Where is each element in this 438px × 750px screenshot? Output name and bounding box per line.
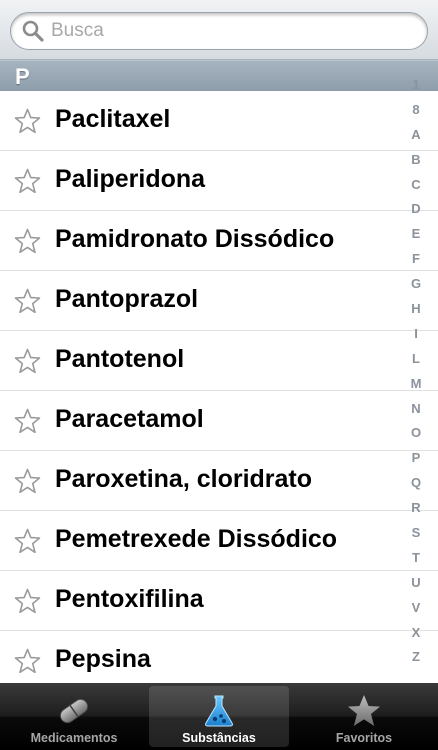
index-letter[interactable]: C xyxy=(411,173,420,198)
index-letter[interactable]: P xyxy=(412,446,421,471)
star-outline-icon[interactable] xyxy=(14,468,41,494)
section-header: P xyxy=(0,60,438,92)
flask-icon xyxy=(205,695,233,727)
index-letter[interactable]: E xyxy=(412,222,421,247)
pill-icon xyxy=(59,698,89,724)
list-item[interactable]: Paracetamol xyxy=(0,391,438,451)
list-item[interactable]: Pepsina xyxy=(0,631,438,683)
star-outline-icon[interactable] xyxy=(14,588,41,614)
tab-label: Favoritos xyxy=(335,731,393,745)
list-item[interactable]: Paroxetina, cloridrato xyxy=(0,451,438,511)
index-letter[interactable]: Q xyxy=(411,471,421,496)
index-letter[interactable]: B xyxy=(411,148,420,173)
star-outline-icon[interactable] xyxy=(14,528,41,554)
index-letter[interactable]: M xyxy=(411,372,422,397)
star-outline-icon[interactable] xyxy=(14,288,41,314)
index-letter[interactable]: F xyxy=(412,247,420,272)
star-outline-icon[interactable] xyxy=(14,228,41,254)
star-icon xyxy=(348,695,380,726)
index-letter[interactable]: U xyxy=(411,571,420,596)
search-field[interactable] xyxy=(10,12,428,50)
star-outline-icon[interactable] xyxy=(14,168,41,194)
index-letter[interactable]: S xyxy=(412,521,421,546)
index-letter[interactable]: 8 xyxy=(412,98,419,123)
list-item[interactable]: Paclitaxel xyxy=(0,91,438,151)
star-outline-icon[interactable] xyxy=(14,408,41,434)
list-item-label: Paliperidona xyxy=(55,165,206,193)
index-letter[interactable]: R xyxy=(411,496,420,521)
section-index[interactable]: 1 8 A B C D E F G H I L M N O P Q R S T … xyxy=(407,73,425,670)
list-item[interactable]: Pentoxifilina xyxy=(0,571,438,631)
search-icon xyxy=(22,20,44,42)
list-item-label: Paclitaxel xyxy=(55,105,171,133)
search-bar xyxy=(0,0,438,60)
index-letter[interactable]: D xyxy=(411,197,420,222)
index-letter[interactable]: H xyxy=(411,297,420,322)
list-item[interactable]: Pantotenol xyxy=(0,331,438,391)
index-letter[interactable]: O xyxy=(411,421,421,446)
list-item[interactable]: Paliperidona xyxy=(0,151,438,211)
list-item-label: Pantotenol xyxy=(55,345,185,373)
index-letter[interactable]: X xyxy=(412,621,421,646)
tab-substancias[interactable]: Substâncias xyxy=(149,686,289,747)
list-item-label: Pepsina xyxy=(55,645,151,673)
index-letter[interactable]: N xyxy=(411,397,420,422)
tab-favoritos[interactable]: Favoritos xyxy=(294,686,434,747)
tab-label: Substâncias xyxy=(182,731,256,745)
list-item-label: Pamidronato Dissódico xyxy=(55,225,335,253)
index-letter[interactable]: V xyxy=(412,596,421,621)
tab-medicamentos[interactable]: Medicamentos xyxy=(4,686,144,747)
list-item-label: Pantoprazol xyxy=(55,285,199,313)
section-header-letter: P xyxy=(15,64,30,89)
tab-label: Medicamentos xyxy=(30,731,118,745)
list-item-label: Paracetamol xyxy=(55,405,204,433)
tab-bar: Medicamentos Substâncias Favoritos xyxy=(0,683,438,750)
search-input[interactable] xyxy=(51,20,411,42)
list-item-label: Paroxetina, cloridrato xyxy=(55,465,313,493)
index-letter[interactable]: G xyxy=(411,272,421,297)
index-letter[interactable]: A xyxy=(411,123,420,148)
substance-list[interactable]: Paclitaxel Paliperidona Pamidronato Diss… xyxy=(0,91,438,683)
list-item-label: Pemetrexede Dissódico xyxy=(55,525,338,553)
list-item[interactable]: Pemetrexede Dissódico xyxy=(0,511,438,571)
list-item-label: Pentoxifilina xyxy=(55,585,204,613)
index-letter[interactable]: L xyxy=(412,347,420,372)
index-letter[interactable]: 1 xyxy=(412,73,419,98)
star-outline-icon[interactable] xyxy=(14,108,41,134)
star-outline-icon[interactable] xyxy=(14,648,41,674)
index-letter[interactable]: I xyxy=(414,322,418,347)
index-letter[interactable]: Z xyxy=(412,645,420,670)
list-item[interactable]: Pantoprazol xyxy=(0,271,438,331)
index-letter[interactable]: T xyxy=(412,546,420,571)
list-item[interactable]: Pamidronato Dissódico xyxy=(0,211,438,271)
star-outline-icon[interactable] xyxy=(14,348,41,374)
